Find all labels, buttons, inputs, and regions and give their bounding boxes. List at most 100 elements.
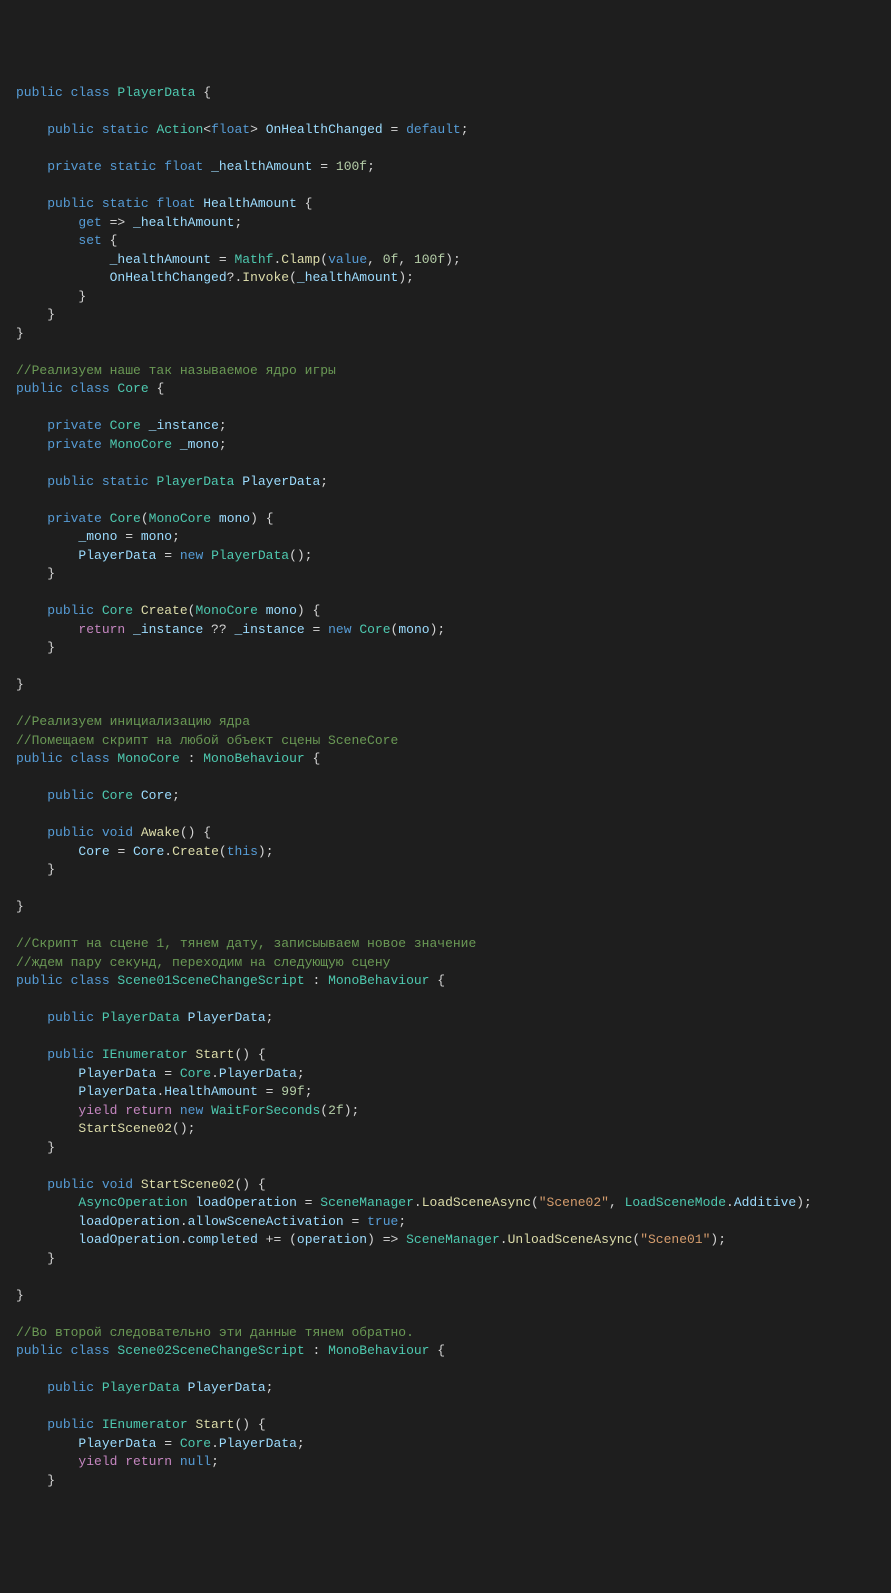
code-line[interactable] — [16, 1305, 875, 1324]
token-punc: ; — [266, 1380, 274, 1395]
code-line[interactable] — [16, 491, 875, 510]
token-var: _mono — [180, 437, 219, 452]
code-line[interactable]: } — [16, 306, 875, 325]
code-editor-content[interactable]: public class PlayerData { public static … — [16, 84, 875, 1490]
code-line[interactable]: private Core(MonoCore mono) { — [16, 510, 875, 529]
code-line[interactable]: PlayerData = new PlayerData(); — [16, 547, 875, 566]
code-line[interactable]: PlayerData.HealthAmount = 99f; — [16, 1083, 875, 1102]
code-line[interactable]: public class Scene01SceneChangeScript : … — [16, 972, 875, 991]
code-line[interactable] — [16, 658, 875, 677]
code-line[interactable]: private Core _instance; — [16, 417, 875, 436]
code-line[interactable] — [16, 991, 875, 1010]
code-line[interactable]: public IEnumerator Start() { — [16, 1046, 875, 1065]
token-var: _instance — [149, 418, 219, 433]
code-line[interactable]: //Во второй следовательно эти данные тян… — [16, 1324, 875, 1343]
code-line[interactable] — [16, 584, 875, 603]
code-line[interactable] — [16, 177, 875, 196]
token-kw: get — [78, 215, 101, 230]
code-line[interactable]: public PlayerData PlayerData; — [16, 1379, 875, 1398]
code-line[interactable]: return _instance ?? _instance = new Core… — [16, 621, 875, 640]
code-line[interactable] — [16, 454, 875, 473]
code-line[interactable]: loadOperation.allowSceneActivation = tru… — [16, 1213, 875, 1232]
code-line[interactable]: //Реализуем наше так называемое ядро игр… — [16, 362, 875, 381]
token-kw: static — [102, 474, 157, 489]
code-line[interactable]: //Скрипт на сцене 1, тянем дату, записыы… — [16, 935, 875, 954]
code-line[interactable]: } — [16, 676, 875, 695]
code-line[interactable] — [16, 1028, 875, 1047]
token-type: MonoCore — [117, 751, 179, 766]
token-punc — [16, 529, 78, 544]
code-line[interactable] — [16, 140, 875, 159]
code-line[interactable]: } — [16, 898, 875, 917]
code-line[interactable]: yield return null; — [16, 1453, 875, 1472]
token-type: AsyncOperation — [78, 1195, 195, 1210]
code-line[interactable] — [16, 1157, 875, 1176]
code-line[interactable] — [16, 1268, 875, 1287]
token-kw: this — [227, 844, 258, 859]
code-line[interactable]: public static Action<float> OnHealthChan… — [16, 121, 875, 140]
code-line[interactable]: AsyncOperation loadOperation = SceneMana… — [16, 1194, 875, 1213]
code-line[interactable]: public PlayerData PlayerData; — [16, 1009, 875, 1028]
code-line[interactable]: } — [16, 1250, 875, 1269]
code-line[interactable]: PlayerData = Core.PlayerData; — [16, 1435, 875, 1454]
code-line[interactable]: loadOperation.completed += (operation) =… — [16, 1231, 875, 1250]
code-line[interactable]: _healthAmount = Mathf.Clamp(value, 0f, 1… — [16, 251, 875, 270]
token-kw: public — [16, 85, 71, 100]
code-line[interactable]: public void StartScene02() { — [16, 1176, 875, 1195]
code-line[interactable]: public static PlayerData PlayerData; — [16, 473, 875, 492]
code-line[interactable] — [16, 343, 875, 362]
code-line[interactable] — [16, 103, 875, 122]
code-line[interactable]: } — [16, 565, 875, 584]
code-line[interactable]: public class Scene02SceneChangeScript : … — [16, 1342, 875, 1361]
code-line[interactable]: public static float HealthAmount { — [16, 195, 875, 214]
code-line[interactable]: //Реализуем инициализацию ядра — [16, 713, 875, 732]
code-line[interactable]: } — [16, 325, 875, 344]
code-line[interactable]: OnHealthChanged?.Invoke(_healthAmount); — [16, 269, 875, 288]
token-method: UnloadSceneAsync — [508, 1232, 633, 1247]
code-line[interactable]: public class PlayerData { — [16, 84, 875, 103]
token-var: HealthAmount — [203, 196, 297, 211]
code-line[interactable]: set { — [16, 232, 875, 251]
code-line[interactable]: } — [16, 639, 875, 658]
token-type: SceneManager — [406, 1232, 500, 1247]
code-line[interactable]: } — [16, 288, 875, 307]
code-line[interactable]: private static float _healthAmount = 100… — [16, 158, 875, 177]
token-punc: } — [16, 326, 24, 341]
code-line[interactable] — [16, 806, 875, 825]
token-type: Core — [110, 511, 141, 526]
code-line[interactable]: get => _healthAmount; — [16, 214, 875, 233]
code-line[interactable]: public class Core { — [16, 380, 875, 399]
token-ctrl: return — [78, 622, 133, 637]
token-punc: () { — [234, 1417, 265, 1432]
token-kw: class — [71, 751, 118, 766]
code-line[interactable] — [16, 1361, 875, 1380]
code-line[interactable]: } — [16, 1472, 875, 1491]
code-line[interactable] — [16, 399, 875, 418]
token-punc — [16, 1103, 78, 1118]
code-line[interactable]: public IEnumerator Start() { — [16, 1416, 875, 1435]
code-line[interactable] — [16, 1398, 875, 1417]
token-punc — [16, 825, 47, 840]
code-line[interactable] — [16, 695, 875, 714]
code-line[interactable]: //ждем пару секунд, переходим на следующ… — [16, 954, 875, 973]
code-line[interactable]: private MonoCore _mono; — [16, 436, 875, 455]
token-punc: ( — [141, 511, 149, 526]
code-line[interactable]: Core = Core.Create(this); — [16, 843, 875, 862]
token-kw: public — [16, 751, 71, 766]
code-line[interactable] — [16, 880, 875, 899]
code-line[interactable]: } — [16, 1287, 875, 1306]
code-line[interactable]: StartScene02(); — [16, 1120, 875, 1139]
code-line[interactable]: public Core Create(MonoCore mono) { — [16, 602, 875, 621]
code-line[interactable]: //Помещаем скрипт на любой объект сцены … — [16, 732, 875, 751]
code-line[interactable]: public Core Core; — [16, 787, 875, 806]
code-line[interactable]: } — [16, 861, 875, 880]
code-line[interactable] — [16, 769, 875, 788]
code-line[interactable]: yield return new WaitForSeconds(2f); — [16, 1102, 875, 1121]
code-line[interactable]: public void Awake() { — [16, 824, 875, 843]
code-line[interactable]: public class MonoCore : MonoBehaviour { — [16, 750, 875, 769]
code-line[interactable]: } — [16, 1139, 875, 1158]
code-line[interactable]: _mono = mono; — [16, 528, 875, 547]
token-punc: } — [16, 289, 86, 304]
code-line[interactable]: PlayerData = Core.PlayerData; — [16, 1065, 875, 1084]
code-line[interactable] — [16, 917, 875, 936]
